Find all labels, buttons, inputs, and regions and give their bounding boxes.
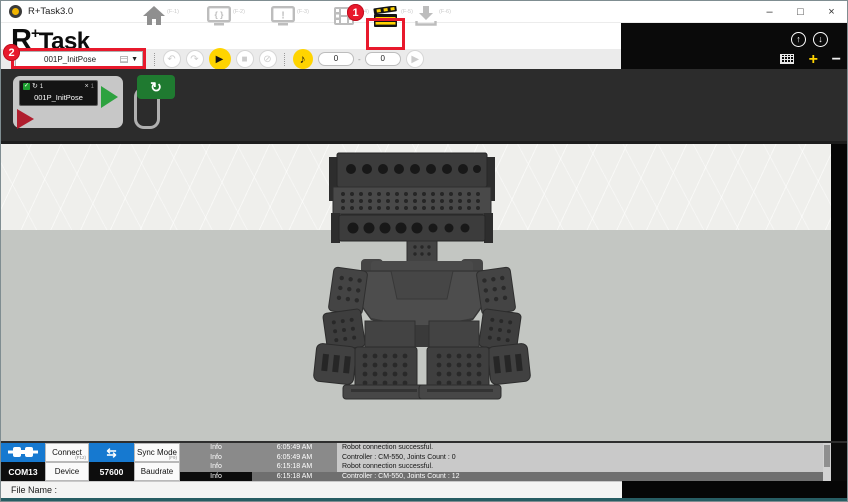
- status-right-black-strip: [831, 443, 848, 481]
- file-name-label: File Name :: [11, 482, 57, 499]
- toolbar-download-button[interactable]: (F-6): [415, 6, 451, 31]
- log-message[interactable]: Robot connection successful.: [337, 443, 823, 453]
- log-level[interactable]: Info: [180, 443, 252, 453]
- home-icon: [143, 6, 165, 30]
- log-level[interactable]: Info: [180, 453, 252, 463]
- download-icon: [415, 6, 437, 31]
- play-button[interactable]: ▶: [209, 48, 231, 70]
- motion-unit-block[interactable]: ✓ ↻ 1 × 1 001P_InitPose: [13, 76, 123, 128]
- svg-text:!: !: [281, 11, 284, 22]
- app-icon: [9, 5, 22, 18]
- connect-cell[interactable]: [1, 443, 45, 462]
- upload-circle-button[interactable]: ↑: [791, 32, 806, 47]
- file-name-bar: File Name :: [1, 481, 622, 498]
- download-circle-button[interactable]: ↓: [813, 32, 828, 47]
- annotation-badge-2: 2: [3, 44, 20, 61]
- redo-button[interactable]: ↷: [186, 50, 204, 68]
- log-level-selected[interactable]: Info: [180, 472, 252, 482]
- undo-button[interactable]: ↶: [163, 50, 181, 68]
- toolbar-task-editor-button[interactable]: { } (F-2): [207, 6, 245, 31]
- stop-button[interactable]: ■: [236, 50, 254, 68]
- com-port-value[interactable]: COM13: [1, 462, 45, 481]
- add-frame-button[interactable]: +: [809, 52, 818, 68]
- motion-unit-inner[interactable]: ✓ ↻ 1 × 1 001P_InitPose: [19, 80, 98, 106]
- repeat-count: 1: [40, 84, 43, 90]
- close-icon[interactable]: ×: [85, 83, 89, 90]
- bottom-right-black-area: [622, 481, 848, 498]
- sync-mode-cell[interactable]: ⇆: [89, 443, 134, 462]
- timeline-header-panel: ↑ ↓ + −: [621, 23, 848, 69]
- baudrate-button[interactable]: Baudrate: [134, 462, 180, 481]
- baudrate-value[interactable]: 57600: [89, 462, 134, 481]
- sync-mode-button[interactable]: Sync Mode (F9): [134, 443, 180, 462]
- remove-frame-button[interactable]: −: [832, 52, 841, 68]
- annotation-box-2: [11, 48, 146, 69]
- unit-badge-count: 1: [91, 84, 94, 90]
- log-time[interactable]: 6:05:49 AM: [252, 453, 337, 463]
- window-bottom-border: [1, 498, 848, 502]
- log-time[interactable]: 6:15:18 AM: [252, 462, 337, 472]
- log-scrollbar-thumb[interactable]: [824, 445, 830, 467]
- motion-unit-label: 001P_InitPose: [23, 93, 94, 102]
- motion-unit-strip: ✓ ↻ 1 × 1 001P_InitPose ↻: [1, 69, 848, 144]
- robot-3d-viewport[interactable]: [1, 144, 848, 441]
- main-toolbar: [1, 23, 621, 49]
- music-note-button[interactable]: ♪: [293, 49, 313, 69]
- loop-icon: ↻: [32, 83, 38, 90]
- toolbar-home-button[interactable]: (F-1): [143, 6, 179, 30]
- checkbox-checked-icon[interactable]: ✓: [23, 83, 30, 90]
- sync-shortcut: (F9): [169, 455, 177, 460]
- cancel-button[interactable]: ⊘: [259, 50, 277, 68]
- step-play-button[interactable]: ▶: [406, 50, 424, 68]
- log-time-selected[interactable]: 6:15:18 AM: [252, 472, 337, 482]
- log-message[interactable]: Controller : CM-550, Joints Count : 0: [337, 453, 823, 463]
- robot-model: [291, 149, 551, 401]
- sync-chain-icon: ⇆: [106, 446, 116, 460]
- separator: [284, 53, 285, 66]
- toolbar-output-monitor-button[interactable]: ! (F-3): [271, 6, 309, 31]
- window-title: R+Task3.0: [28, 1, 73, 23]
- loop-block-button[interactable]: ↻: [137, 75, 175, 99]
- viewport-right-black-strip: [831, 144, 848, 441]
- close-button[interactable]: ×: [816, 1, 847, 23]
- svg-text:{ }: { }: [215, 10, 225, 20]
- log-message[interactable]: Robot connection successful.: [337, 462, 823, 472]
- connection-panel: Connect (F12) ⇆ Sync Mode (F9) COM13 Dev…: [1, 443, 180, 481]
- connect-shortcut: (F12): [75, 455, 86, 460]
- log-level[interactable]: Info: [180, 462, 252, 472]
- log-time[interactable]: 6:05:49 AM: [252, 443, 337, 453]
- connect-button[interactable]: Connect (F12): [45, 443, 89, 462]
- play-unit-icon[interactable]: [101, 86, 118, 108]
- separator: [154, 53, 155, 66]
- annotation-badge-1: 1: [347, 4, 364, 21]
- connector-icon: [8, 446, 38, 460]
- log-scrollbar[interactable]: [823, 443, 831, 481]
- log-message-selected[interactable]: Controller : CM-550, Joints Count : 12: [337, 472, 823, 482]
- record-unit-icon[interactable]: [17, 109, 34, 129]
- app-window: R+Task3.0 – □ × R+Task (F-1) { } (F-2) !…: [0, 0, 848, 502]
- annotation-box-1: [366, 18, 405, 50]
- repeat-to-input[interactable]: 0: [365, 52, 401, 66]
- monitor-braces-icon: { }: [207, 6, 231, 31]
- repeat-from-input[interactable]: 0: [318, 52, 354, 66]
- frame-grid-icon[interactable]: [780, 54, 794, 64]
- monitor-exclaim-icon: !: [271, 6, 295, 31]
- maximize-button[interactable]: □: [785, 1, 816, 23]
- range-dash: -: [358, 55, 361, 64]
- minimize-button[interactable]: –: [754, 1, 785, 23]
- log-table: Info 6:05:49 AM Robot connection success…: [180, 443, 831, 481]
- device-button[interactable]: Device: [45, 462, 89, 481]
